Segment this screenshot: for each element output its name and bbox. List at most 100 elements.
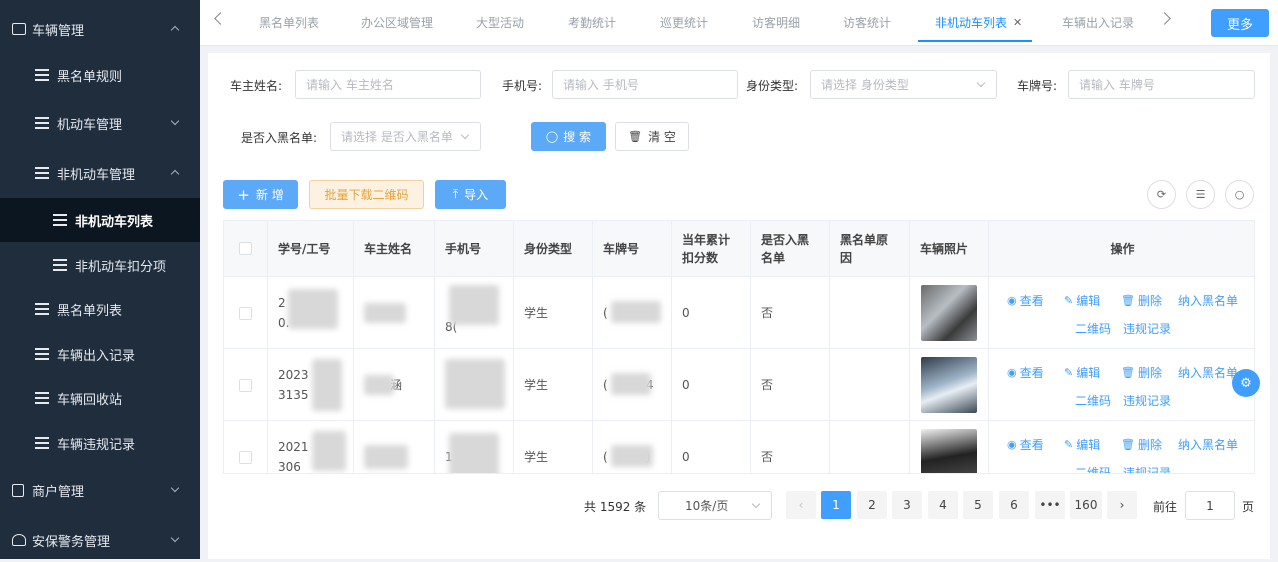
qrcode-link[interactable]: 二维码 xyxy=(1075,391,1111,411)
tab-visitor-detail[interactable]: 访客明细 xyxy=(752,0,800,44)
redaction-blur xyxy=(611,373,651,395)
cell-photo xyxy=(910,349,989,421)
row-checkbox[interactable] xyxy=(239,450,252,464)
tabs-prev-icon[interactable] xyxy=(214,12,227,25)
header-select-all[interactable] xyxy=(224,221,268,277)
phone-label: 手机号: xyxy=(502,79,543,93)
redaction-blur xyxy=(312,359,342,411)
list-icon xyxy=(35,167,49,179)
blacklist-status-select[interactable]: 请选择 是否入黑名单 xyxy=(330,122,481,151)
violation-records-link[interactable]: 违规记录 xyxy=(1123,391,1171,411)
page-6[interactable]: 6 xyxy=(999,491,1029,519)
delete-label: 删除 xyxy=(1137,366,1162,380)
view-link[interactable]: ◉ 查看 xyxy=(1007,435,1044,455)
close-icon[interactable]: ✕ xyxy=(1013,16,1022,29)
tab-large-events[interactable]: 大型活动 xyxy=(476,0,524,44)
page-last[interactable]: 160 xyxy=(1070,491,1102,519)
sidebar-item-vehicle-recycle[interactable]: 车辆回收站 xyxy=(0,376,200,420)
page-2[interactable]: 2 xyxy=(857,491,887,519)
sidebar-group-merchant[interactable]: 商户管理 xyxy=(0,468,200,512)
sidebar-item-blacklist[interactable]: 黑名单列表 xyxy=(0,287,200,331)
search-toggle-icon[interactable]: ○ xyxy=(1225,180,1254,209)
row-checkbox[interactable] xyxy=(239,378,252,392)
view-link[interactable]: ◉ 查看 xyxy=(1007,291,1044,311)
page-3[interactable]: 3 xyxy=(892,491,922,519)
edit-link[interactable]: ✎ 编辑 xyxy=(1064,363,1100,383)
sidebar-group-security[interactable]: 安保警务管理 xyxy=(0,518,200,562)
cell-id-line2: 3135 xyxy=(278,388,309,402)
cell-id: 2023 3135 xyxy=(268,349,354,421)
plate-input[interactable]: 请输入 车牌号 xyxy=(1068,70,1255,99)
header-blacklist-reason: 黑名单原因 xyxy=(830,221,910,277)
add-button[interactable]: + 新 增 xyxy=(223,180,298,209)
cell-id-line2: 306 xyxy=(278,460,301,474)
sidebar-item-motor-vehicle[interactable]: 机动车管理 xyxy=(0,101,200,145)
import-button[interactable]: ⤒ 导入 xyxy=(435,180,506,209)
chevron-down-icon xyxy=(170,483,180,493)
tab-patrol[interactable]: 巡更统计 xyxy=(660,0,708,44)
owner-name-input[interactable]: 请输入 车主姓名 xyxy=(295,70,481,99)
user-icon xyxy=(12,534,26,546)
columns-settings-icon[interactable]: ☰ xyxy=(1186,180,1215,209)
qrcode-link[interactable]: 二维码 xyxy=(1075,463,1111,473)
add-to-blacklist-link[interactable]: 纳入黑名单 xyxy=(1178,291,1238,311)
redaction-blur xyxy=(445,359,505,409)
tab-attendance[interactable]: 考勤统计 xyxy=(568,0,616,44)
tabs-next-icon[interactable] xyxy=(1158,12,1171,25)
add-to-blacklist-link[interactable]: 纳入黑名单 xyxy=(1178,363,1238,383)
next-page-button[interactable]: › xyxy=(1107,491,1137,519)
tab-blacklist[interactable]: 黑名单列表 xyxy=(259,0,319,44)
refresh-icon[interactable]: ⟳ xyxy=(1147,180,1176,209)
select-all-checkbox[interactable] xyxy=(239,242,252,255)
search-button[interactable]: ◯ 搜 索 xyxy=(531,122,606,151)
view-link[interactable]: ◉ 查看 xyxy=(1007,363,1044,383)
delete-link[interactable]: 🗑 删除 xyxy=(1121,363,1162,383)
sidebar-item-nonmotor-list[interactable]: 非机动车列表 xyxy=(0,198,200,242)
phone-input[interactable]: 请输入 手机号 xyxy=(552,70,738,99)
qrcode-link[interactable]: 二维码 xyxy=(1075,319,1111,339)
more-button[interactable]: 更多 xyxy=(1211,9,1269,37)
page-5[interactable]: 5 xyxy=(963,491,993,519)
vehicle-photo[interactable] xyxy=(921,357,977,413)
sidebar-item-blacklist-rules[interactable]: 黑名单规则 xyxy=(0,53,200,97)
redaction-blur xyxy=(364,445,408,469)
tab-label: 巡更统计 xyxy=(660,15,709,30)
tab-nonmotor-list[interactable]: 非机动车列表 ✕ xyxy=(918,0,1033,44)
tab-vehicle-access[interactable]: 车辆出入记录 xyxy=(1062,0,1134,44)
redaction-blur xyxy=(611,445,653,467)
violation-records-link[interactable]: 违规记录 xyxy=(1123,319,1171,339)
owner-name-label: 车主姓名: xyxy=(230,79,283,93)
id-type-placeholder: 请选择 身份类型 xyxy=(821,78,909,92)
tab-visitor-stats[interactable]: 访客统计 xyxy=(843,0,891,44)
vehicle-photo[interactable] xyxy=(921,285,977,341)
sidebar-item-label: 非机动车管理 xyxy=(57,167,136,183)
tab-office-area[interactable]: 办公区域管理 xyxy=(361,0,433,44)
goto-page-input[interactable]: 1 xyxy=(1185,491,1235,520)
delete-link[interactable]: 🗑 删除 xyxy=(1121,435,1162,455)
list-icon xyxy=(35,303,49,315)
violation-records-link[interactable]: 违规记录 xyxy=(1123,463,1171,473)
id-type-select[interactable]: 请选择 身份类型 xyxy=(810,70,997,99)
sidebar-item-nonmotor-vehicle[interactable]: 非机动车管理 xyxy=(0,151,200,195)
row-checkbox[interactable] xyxy=(239,306,252,320)
batch-download-qr-button[interactable]: 批量下载二维码 xyxy=(309,180,424,209)
settings-gear-icon[interactable]: ⚙ xyxy=(1232,369,1260,397)
edit-link[interactable]: ✎ 编辑 xyxy=(1064,435,1100,455)
delete-link[interactable]: 🗑 删除 xyxy=(1121,291,1162,311)
upload-icon: ⤒ xyxy=(452,187,459,201)
prev-page-button[interactable]: ‹ xyxy=(786,491,816,519)
sidebar-item-vehicle-access[interactable]: 车辆出入记录 xyxy=(0,332,200,376)
page-ellipsis[interactable]: ••• xyxy=(1035,491,1065,519)
edit-link[interactable]: ✎ 编辑 xyxy=(1064,291,1100,311)
chevron-down-icon xyxy=(976,78,986,88)
sidebar-group-vehicle[interactable]: 车辆管理 xyxy=(0,7,200,51)
page-4[interactable]: 4 xyxy=(928,491,958,519)
sidebar-item-vehicle-violations[interactable]: 车辆违规记录 xyxy=(0,421,200,465)
list-icon xyxy=(35,437,49,449)
clear-button[interactable]: 🗑 清 空 xyxy=(615,122,689,151)
vehicle-photo[interactable] xyxy=(921,429,977,473)
page-size-select[interactable]: 10条/页 xyxy=(658,491,772,520)
page-1[interactable]: 1 xyxy=(821,491,851,519)
add-to-blacklist-link[interactable]: 纳入黑名单 xyxy=(1178,435,1238,455)
sidebar-item-nonmotor-deductions[interactable]: 非机动车扣分项 xyxy=(0,243,200,287)
